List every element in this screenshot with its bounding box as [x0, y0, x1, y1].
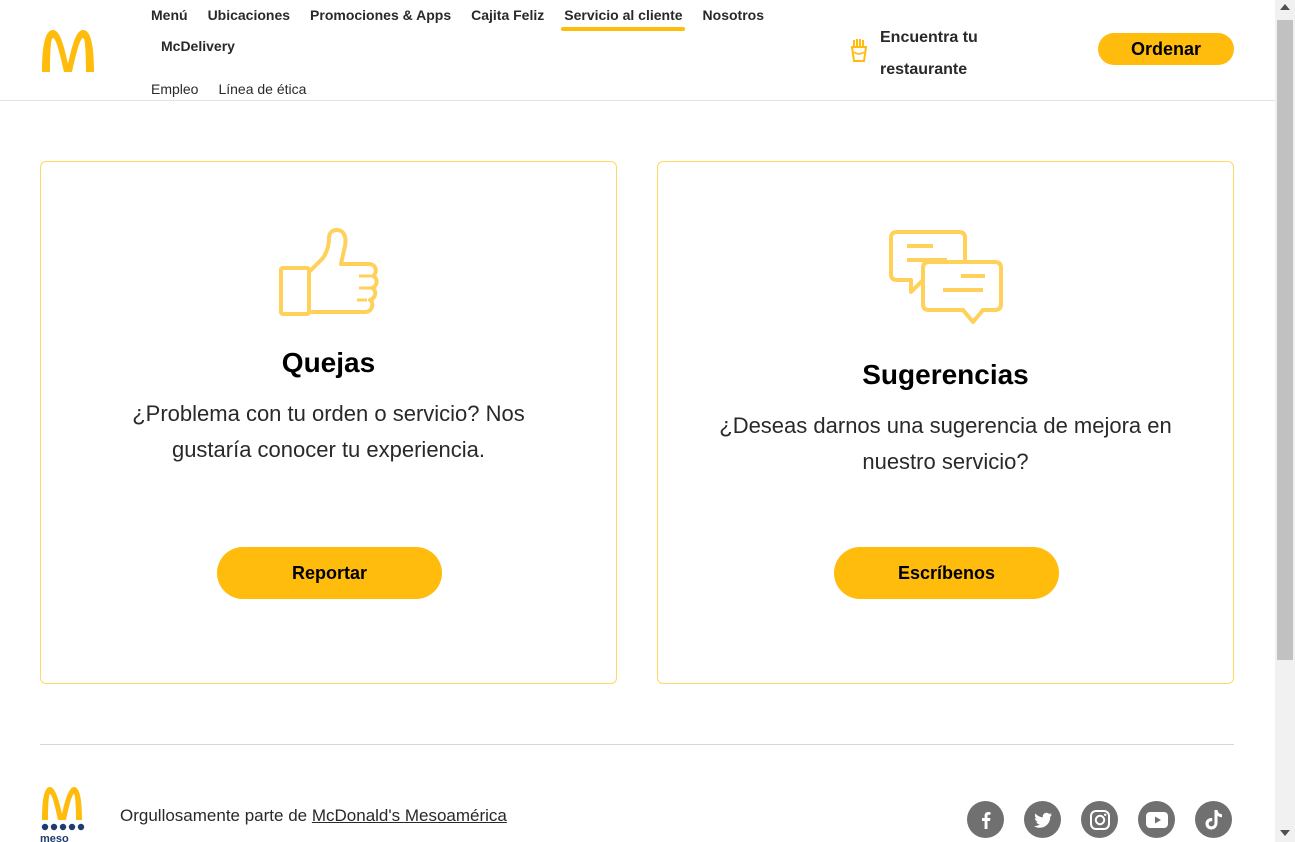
complaints-card: Quejas ¿Problema con tu orden o servicio… — [40, 161, 617, 684]
card-title: Sugerencias — [862, 359, 1029, 390]
suggestions-card: Sugerencias ¿Deseas darnos una sugerenci… — [657, 161, 1234, 684]
find-restaurant-label: Encuentra tu restaurante — [880, 29, 978, 78]
card-description: ¿Problema con tu orden o servicio? Nos g… — [132, 401, 525, 462]
youtube-icon — [1145, 811, 1168, 828]
footer-credit: Orgullosamente parte de McDonald's Mesoa… — [120, 806, 507, 826]
scrollbar-thumb[interactable] — [1277, 20, 1293, 660]
nav-item-ubicaciones[interactable]: Ubicaciones — [208, 5, 290, 25]
find-restaurant-link[interactable]: Encuentra tu restaurante — [848, 22, 1010, 86]
thumbs-up-icon — [279, 228, 379, 316]
twitter-icon — [1033, 812, 1052, 828]
footer-divider — [40, 744, 1234, 745]
nav-item-empleo[interactable]: Empleo — [151, 81, 198, 97]
page-scrollbar[interactable] — [1275, 0, 1295, 842]
main-nav: Menú Ubicaciones Promociones & Apps Caji… — [151, 5, 784, 31]
write-us-button[interactable]: Escríbenos — [834, 547, 1059, 599]
nav-item-promociones[interactable]: Promociones & Apps — [310, 5, 451, 25]
nav-item-cajita-feliz[interactable]: Cajita Feliz — [471, 5, 544, 25]
fries-icon — [850, 39, 868, 62]
tiktok-link[interactable] — [1195, 801, 1232, 838]
card-description: ¿Deseas darnos una sugerencia de mejora … — [719, 413, 1172, 474]
card-title: Quejas — [281, 347, 376, 378]
instagram-icon — [1089, 809, 1110, 830]
secondary-nav: Empleo Línea de ética — [151, 81, 326, 97]
instagram-link[interactable] — [1081, 801, 1118, 838]
footer-credit-text: Orgullosamente parte de — [120, 806, 308, 825]
scroll-up-arrow-icon[interactable] — [1280, 4, 1290, 10]
mesoamerica-link[interactable]: McDonald's Mesoamérica — [312, 806, 507, 825]
nav-item-servicio-al-cliente[interactable]: Servicio al cliente — [561, 5, 685, 31]
footer-logo-text: meso — [40, 833, 69, 842]
mcdonalds-meso-logo: meso — [40, 787, 85, 842]
social-links — [967, 801, 1232, 838]
nav-item-menu[interactable]: Menú — [151, 5, 188, 25]
site-header: Menú Ubicaciones Promociones & Apps Caji… — [0, 0, 1275, 101]
scroll-down-arrow-icon[interactable] — [1280, 830, 1290, 836]
nav-item-mcdelivery[interactable]: McDelivery — [161, 38, 235, 54]
facebook-icon — [981, 811, 990, 829]
report-button[interactable]: Reportar — [217, 547, 442, 599]
nav-item-nosotros[interactable]: Nosotros — [703, 5, 764, 25]
twitter-link[interactable] — [1024, 801, 1061, 838]
order-button[interactable]: Ordenar — [1098, 33, 1234, 65]
nav-item-linea-de-etica[interactable]: Línea de ética — [218, 81, 306, 97]
mcdonalds-logo[interactable] — [40, 28, 96, 74]
facebook-link[interactable] — [967, 801, 1004, 838]
tiktok-icon — [1205, 809, 1222, 829]
youtube-link[interactable] — [1138, 801, 1175, 838]
chat-bubbles-icon — [889, 230, 1003, 324]
